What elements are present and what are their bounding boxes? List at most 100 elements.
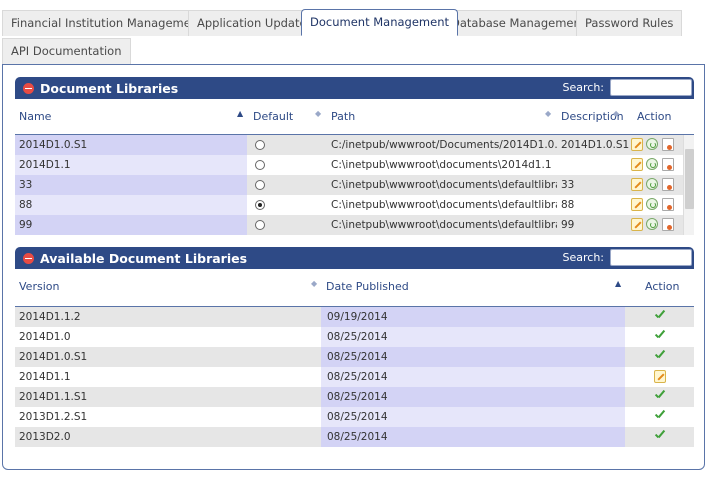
cell-path: C:\inetpub\wwwroot\documents\defaultlibr…: [331, 219, 557, 231]
table-row[interactable]: 2014D1.1 C:\inetpub\wwwroot\documents\201…: [15, 155, 683, 175]
document-libraries-rows: 2014D1.0.S1 C:/inetpub/wwwroot/Documents/…: [15, 135, 683, 235]
check-icon[interactable]: [654, 310, 666, 322]
cell-version: 2013D1.2.S1: [19, 411, 88, 423]
refresh-icon[interactable]: [646, 218, 658, 230]
tab-financial-institution-management[interactable]: Financial Institution Management: [2, 10, 212, 36]
check-icon[interactable]: [654, 410, 666, 422]
collapse-icon[interactable]: [23, 252, 34, 264]
table-row[interactable]: 2014D1.1.2 09/19/2014: [15, 307, 694, 327]
column-header-name[interactable]: Name: [19, 110, 51, 123]
available-libraries-panel: Available Document Libraries Search: Ver…: [15, 247, 694, 463]
sort-both-icon[interactable]: ◆: [613, 109, 619, 118]
panel-title: Document Libraries: [40, 80, 179, 96]
scrollbar[interactable]: [683, 135, 694, 235]
table-row[interactable]: 99 C:\inetpub\wwwroot\documents\defaultli…: [15, 215, 683, 235]
table-row[interactable]: 2014D1.0.S1 C:/inetpub/wwwroot/Documents/…: [15, 135, 683, 155]
table-row[interactable]: 2014D1.0.S1 08/25/2014: [15, 347, 694, 367]
default-radio[interactable]: [255, 160, 265, 170]
edit-icon[interactable]: [654, 370, 666, 383]
tab-password-rules[interactable]: Password Rules: [576, 10, 683, 36]
sort-both-icon[interactable]: ◆: [315, 109, 321, 118]
cell-date-published: 08/25/2014: [321, 367, 625, 387]
search-label: Search:: [562, 251, 605, 264]
table-row[interactable]: 88 C:\inetpub\wwwroot\documents\defaultli…: [15, 195, 683, 215]
refresh-icon[interactable]: [646, 158, 658, 170]
sort-asc-icon[interactable]: ▲: [615, 279, 621, 288]
collapse-icon[interactable]: [23, 82, 34, 94]
table-row[interactable]: 2014D1.1.S1 08/25/2014: [15, 387, 694, 407]
cell-date-published: 08/25/2014: [321, 387, 625, 407]
tab-bar: Financial Institution Management Applica…: [0, 0, 707, 64]
table-row[interactable]: 2013D1.2.S1 08/25/2014: [15, 407, 694, 427]
available-libraries-rows: 2014D1.1.2 09/19/2014 2014D1.0 08/25/2014 20…: [15, 307, 694, 447]
sort-both-icon[interactable]: ◆: [545, 109, 551, 118]
column-header-action: Action: [637, 110, 672, 123]
cell-path: C:\inetpub\wwwroot\documents\defaultlibr…: [331, 199, 557, 211]
column-header-date-published[interactable]: Date Published: [326, 280, 409, 293]
column-header-path[interactable]: Path: [331, 110, 355, 123]
cell-name: 88: [15, 195, 247, 215]
scroll-thumb[interactable]: [685, 149, 694, 209]
tab-database-management[interactable]: Database Management: [442, 10, 595, 36]
document-libraries-search-input[interactable]: [610, 79, 692, 96]
cell-name: 2014D1.0.S1: [15, 135, 247, 155]
cell-date-published: 09/19/2014: [321, 307, 625, 327]
table-row[interactable]: 33 C:\inetpub\wwwroot\documents\defaultli…: [15, 175, 683, 195]
cell-description: 33: [561, 179, 575, 191]
cell-description: 2014D1.0.S1: [561, 139, 630, 151]
tab-document-management[interactable]: Document Management: [301, 9, 458, 36]
cell-date-published: 08/25/2014: [321, 327, 625, 347]
check-icon[interactable]: [654, 430, 666, 442]
check-icon[interactable]: [654, 390, 666, 402]
cell-version: 2014D1.0: [19, 331, 71, 343]
refresh-icon[interactable]: [646, 178, 658, 190]
column-header-default[interactable]: Default: [253, 110, 293, 123]
delete-icon[interactable]: [662, 218, 674, 231]
edit-icon[interactable]: [631, 218, 643, 231]
refresh-icon[interactable]: [646, 198, 658, 210]
tab-application-update[interactable]: Application Update: [188, 10, 316, 36]
default-radio[interactable]: [255, 200, 265, 210]
delete-icon[interactable]: [662, 178, 674, 191]
delete-icon[interactable]: [662, 138, 674, 151]
document-libraries-panel: Document Libraries Search: Name ▲ Defaul…: [15, 77, 694, 237]
cell-name: 33: [15, 175, 247, 195]
table-row[interactable]: 2014D1.0 08/25/2014: [15, 327, 694, 347]
table-row[interactable]: 2013D2.0 08/25/2014: [15, 427, 694, 447]
cell-version: 2014D1.1.2: [19, 311, 81, 323]
sort-asc-icon[interactable]: ▲: [237, 109, 243, 118]
sort-both-icon[interactable]: ◆: [311, 279, 317, 288]
edit-icon[interactable]: [631, 198, 643, 211]
table-header: Version ◆ Date Published ▲ Action: [15, 269, 694, 307]
column-header-version[interactable]: Version: [19, 280, 59, 293]
cell-version: 2014D1.1.S1: [19, 391, 88, 403]
tab-api-documentation[interactable]: API Documentation: [2, 38, 131, 64]
cell-date-published: 08/25/2014: [321, 347, 625, 367]
delete-icon[interactable]: [662, 198, 674, 211]
default-radio[interactable]: [255, 140, 265, 150]
search-label: Search:: [562, 81, 605, 94]
check-icon[interactable]: [654, 350, 666, 362]
cell-description: 99: [561, 219, 575, 231]
edit-icon[interactable]: [631, 178, 643, 191]
cell-date-published: 08/25/2014: [321, 407, 625, 427]
cell-version: 2013D2.0: [19, 431, 71, 443]
available-libraries-search-input[interactable]: [610, 249, 692, 266]
delete-icon[interactable]: [662, 158, 674, 171]
check-icon[interactable]: [654, 330, 666, 342]
cell-version: 2014D1.0.S1: [19, 351, 88, 363]
edit-icon[interactable]: [631, 158, 643, 171]
tab-content: Document Libraries Search: Name ▲ Defaul…: [2, 64, 705, 470]
cell-date-published: 08/25/2014: [321, 427, 625, 447]
cell-description: [561, 155, 631, 175]
document-libraries-header: Document Libraries Search:: [15, 77, 694, 99]
table-row[interactable]: 2014D1.1 08/25/2014: [15, 367, 694, 387]
cell-name: 99: [15, 215, 247, 235]
default-radio[interactable]: [255, 220, 265, 230]
cell-version: 2014D1.1: [19, 371, 71, 383]
default-radio[interactable]: [255, 180, 265, 190]
refresh-icon[interactable]: [646, 138, 658, 150]
cell-name: 2014D1.1: [15, 155, 247, 175]
edit-icon[interactable]: [631, 138, 643, 151]
panel-title: Available Document Libraries: [40, 250, 248, 266]
